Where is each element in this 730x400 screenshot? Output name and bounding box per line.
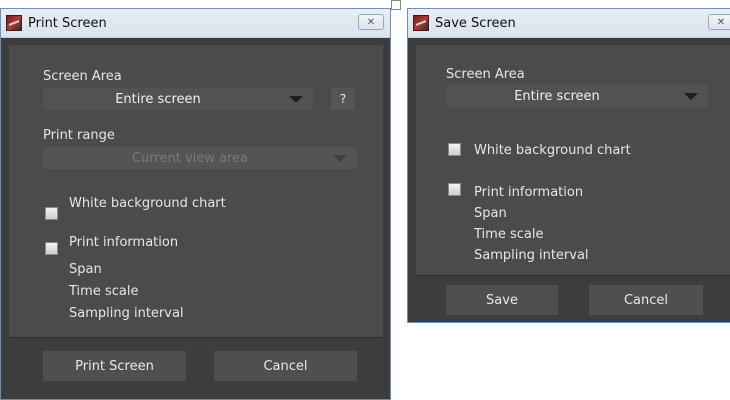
screen-area-label: Screen Area bbox=[446, 67, 525, 82]
save-button[interactable]: Save bbox=[446, 285, 558, 315]
close-icon: ✕ bbox=[716, 16, 726, 28]
help-button[interactable]: ? bbox=[331, 88, 355, 110]
white-background-checkbox[interactable] bbox=[45, 207, 58, 220]
app-icon bbox=[413, 15, 429, 31]
print-dialog-body: Screen Area Entire screen ? Print range … bbox=[9, 45, 383, 337]
info-item-time-scale: Time scale bbox=[69, 284, 139, 299]
divider bbox=[9, 337, 383, 338]
screen-area-dropdown[interactable]: Entire screen bbox=[43, 88, 313, 110]
chevron-down-icon bbox=[333, 155, 347, 162]
screen-area-dropdown[interactable]: Entire screen bbox=[446, 85, 708, 107]
cancel-button[interactable]: Cancel bbox=[589, 285, 703, 315]
close-icon: ✕ bbox=[366, 16, 376, 28]
print-screen-button[interactable]: Print Screen bbox=[43, 351, 186, 381]
save-dialog-body: Screen Area Entire screen White backgrou… bbox=[416, 45, 730, 275]
print-information-checkbox[interactable] bbox=[45, 242, 58, 255]
empty-box bbox=[391, 0, 401, 10]
white-background-label: White background chart bbox=[69, 196, 226, 211]
cancel-button[interactable]: Cancel bbox=[214, 351, 357, 381]
print-dialog-titlebar[interactable]: Print Screen ✕ bbox=[1, 9, 390, 38]
save-dialog-title: Save Screen bbox=[435, 15, 516, 31]
white-background-label: White background chart bbox=[474, 143, 631, 158]
info-item-sampling-interval: Sampling interval bbox=[474, 248, 589, 263]
screen-area-value: Entire screen bbox=[514, 88, 600, 104]
print-information-label: Print information bbox=[69, 235, 179, 250]
close-button[interactable]: ✕ bbox=[708, 14, 730, 30]
print-information-label: Print information bbox=[474, 185, 584, 200]
save-screen-dialog: Save Screen ✕ Screen Area Entire screen … bbox=[407, 8, 730, 323]
info-item-time-scale: Time scale bbox=[474, 227, 544, 242]
print-range-label: Print range bbox=[43, 128, 115, 143]
info-item-sampling-interval: Sampling interval bbox=[69, 306, 184, 321]
chevron-down-icon bbox=[684, 93, 698, 100]
info-item-span: Span bbox=[69, 262, 102, 277]
divider bbox=[416, 275, 730, 276]
app-icon bbox=[6, 15, 22, 31]
screen-area-value: Entire screen bbox=[115, 91, 201, 107]
print-information-checkbox[interactable] bbox=[448, 183, 461, 196]
white-background-checkbox[interactable] bbox=[448, 143, 461, 156]
close-button[interactable]: ✕ bbox=[358, 14, 384, 30]
print-dialog-title: Print Screen bbox=[28, 15, 107, 31]
print-screen-dialog: Print Screen ✕ Screen Area Entire screen… bbox=[0, 8, 391, 400]
save-dialog-titlebar[interactable]: Save Screen ✕ bbox=[408, 9, 730, 38]
chevron-down-icon bbox=[289, 96, 303, 103]
screen-area-label: Screen Area bbox=[43, 69, 122, 84]
info-item-span: Span bbox=[474, 206, 507, 221]
print-range-value: Current view area bbox=[131, 150, 249, 166]
print-range-dropdown[interactable]: Current view area bbox=[43, 147, 357, 169]
